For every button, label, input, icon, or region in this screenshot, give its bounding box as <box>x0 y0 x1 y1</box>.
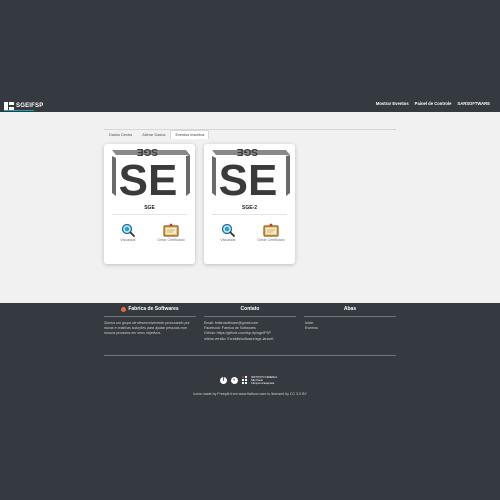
footer-about-text: Somos um grupo de desenvolvimento procur… <box>104 321 190 336</box>
ifsp-campus: Câmpus Araraquara <box>251 382 275 386</box>
card-divider <box>112 214 187 215</box>
footer-contact-title: Contato <box>240 306 260 312</box>
certificate-icon <box>263 223 279 237</box>
view-label: Visualizar <box>220 238 236 242</box>
social-links: f ◐ INSTITUTO FEDERAL São Paulo Câmpus A… <box>220 376 277 386</box>
footer-about-underline <box>104 316 196 317</box>
magnifier-icon <box>121 223 135 237</box>
tab-dados-gerais[interactable]: Dados Gerais <box>104 130 137 139</box>
main-content: Dados Gerais Alterar Dados Eventos Inscr… <box>0 112 500 303</box>
certificate-icon <box>163 223 179 237</box>
generate-certificate-button[interactable]: Gerar Certificado <box>255 223 287 242</box>
contact-latest-version[interactable]: ultima versão: Ecrabils/software/sge-lar… <box>204 337 296 342</box>
nav-mostrar-eventos[interactable]: Mostrar Eventos <box>376 101 409 106</box>
svg-text:SE: SE <box>119 156 178 200</box>
view-event-button[interactable]: Visualizar <box>212 223 244 242</box>
generate-certificate-button[interactable]: Gerar Certificado <box>155 223 187 242</box>
ifsp-logo-icon <box>242 376 249 385</box>
brand-name: SGEIFSP <box>16 103 44 109</box>
footer-contact: Contato Email: fsifsrosoftware@gmail.com… <box>204 305 296 342</box>
footer-contact-underline <box>204 316 296 317</box>
view-event-button[interactable]: Visualizar <box>112 223 144 242</box>
footer-about-title: Fabrica de Softwares <box>128 306 179 312</box>
card-divider <box>212 214 287 215</box>
top-navbar: SGEIFSP Mostrar Eventos Painel de Contro… <box>0 0 500 112</box>
tab-eventos-inscritos[interactable]: Eventos Inscritos <box>170 130 210 139</box>
footer: Fabrica de Softwares Somos um grupo de d… <box>0 303 500 500</box>
nav-painel-de-controle[interactable]: Painel de Controle <box>415 101 452 106</box>
footer-tabs-underline <box>304 316 396 317</box>
facebook-icon[interactable]: f <box>220 377 227 385</box>
footer-link-eventos[interactable]: Eventos <box>305 326 396 331</box>
nav-account[interactable]: SARSOFTWARE <box>457 101 490 106</box>
event-title: SGE-2 <box>241 205 257 211</box>
magnifier-icon <box>221 223 235 237</box>
certificate-label: Gerar Certificado <box>157 238 185 242</box>
brand-logo-icon <box>4 102 14 110</box>
footer-about-heading: Fabrica de Softwares <box>104 305 196 313</box>
github-icon[interactable]: ◐ <box>231 377 238 385</box>
event-title: SGE <box>144 205 155 211</box>
sge-logo-icon: SGE SE <box>112 146 190 200</box>
footer-tabs: Abas Inicio Eventos <box>304 305 396 331</box>
sge-logo-icon: SGE SE <box>212 146 290 200</box>
event-card: SGE SE SGE-2 Visualizar Gerar Certificad… <box>204 144 295 264</box>
certificate-label: Gerar Certificado <box>257 238 285 242</box>
view-label: Visualizar <box>120 238 136 242</box>
brand-underline <box>4 110 34 111</box>
profile-tabs: Dados Gerais Alterar Dados Eventos Inscr… <box>104 130 210 139</box>
footer-tabs-title: Abas <box>343 306 357 312</box>
event-card: SGE SE SGE Visualizar Gerar Certificado <box>104 144 195 264</box>
footer-divider <box>104 355 396 356</box>
fabrica-logo-icon <box>121 306 127 312</box>
icons-credit: Icons made by Freepik from www.flaticon.… <box>193 392 307 396</box>
footer-about: Fabrica de Softwares Somos um grupo de d… <box>104 305 196 337</box>
tab-alterar-dados[interactable]: Alterar Dados <box>137 130 170 139</box>
svg-text:SE: SE <box>219 156 278 200</box>
main-nav: Mostrar Eventos Painel de Controle SARSO… <box>376 101 490 106</box>
ifsp-logo[interactable]: INSTITUTO FEDERAL São Paulo Câmpus Arara… <box>242 376 277 386</box>
